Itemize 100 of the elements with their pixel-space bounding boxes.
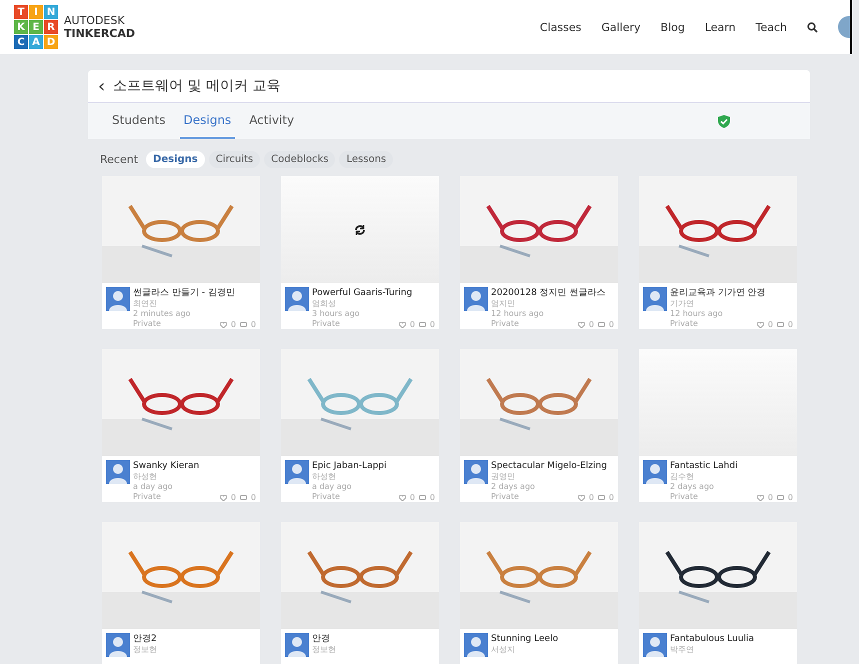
- design-card[interactable]: Powerful Gaaris-Turing 엄희성 3 hours ago Private 0 0: [281, 176, 439, 329]
- privacy-label: Private: [133, 492, 161, 502]
- user-avatar: [285, 460, 309, 484]
- comment-count: 0: [430, 320, 435, 329]
- tab[interactable]: Designs: [180, 103, 236, 139]
- owner-name: 엄희성: [312, 299, 336, 309]
- logo-tile: A: [29, 35, 43, 49]
- logo-tile: D: [44, 35, 58, 49]
- design-card[interactable]: Swanky Kieran 하성현 a day ago Private 0 0: [102, 349, 260, 502]
- like-count: 0: [768, 493, 773, 502]
- nav-link[interactable]: Classes: [540, 20, 582, 34]
- like-count: 0: [588, 493, 594, 502]
- user-avatar: [464, 287, 488, 311]
- design-card[interactable]: Fantastic Lahdi 김수현 2 days ago Private 0 0: [639, 349, 797, 502]
- heart-icon: [398, 322, 406, 328]
- time-ago: 2 minutes ago: [133, 309, 190, 319]
- design-card[interactable]: 안경 정보현: [281, 522, 439, 664]
- comment-icon: [240, 322, 247, 328]
- design-card[interactable]: 윤리교육과 기가연 안경 기가연 12 hours ago Private 0 0: [639, 176, 797, 329]
- time-ago: a day ago: [133, 482, 173, 492]
- nav-link[interactable]: Teach: [756, 20, 787, 34]
- tab[interactable]: Students: [108, 103, 170, 139]
- comment-icon: [598, 322, 605, 328]
- user-avatar: [464, 633, 488, 657]
- design-title: 20200128 정지민 썬글라스: [491, 287, 606, 299]
- design-card[interactable]: Fantabulous Luulia 박주연: [639, 522, 797, 664]
- design-card[interactable]: Epic Jaban-Lappi 하성현 a day ago Private 0 0: [281, 349, 439, 502]
- design-card[interactable]: 20200128 정지민 썬글라스 엄지민 12 hours ago Private 0 0: [460, 176, 618, 329]
- loading-icon: [354, 224, 366, 236]
- owner-name: 엄지민: [491, 299, 515, 309]
- comment-icon: [418, 322, 426, 328]
- like-count: 0: [230, 320, 236, 329]
- heart-icon: [220, 322, 227, 328]
- design-title: 윤리교육과 기가연 안경: [670, 287, 766, 299]
- design-title: Fantabulous Luulia: [670, 633, 754, 645]
- design-title: 안경: [312, 633, 330, 645]
- comment-icon: [598, 494, 605, 500]
- owner-name: 정보현: [312, 645, 336, 655]
- comment-count: 0: [788, 493, 793, 502]
- class-title: 소프트웨어 및 메이커 교육: [113, 77, 281, 95]
- comment-icon: [240, 494, 247, 500]
- design-title: Swanky Kieran: [133, 460, 200, 472]
- owner-name: 서성지: [491, 645, 515, 655]
- filter-chip[interactable]: Codeblocks: [264, 151, 336, 168]
- user-avatar: [464, 460, 488, 484]
- filter-chip[interactable]: Circuits: [208, 151, 260, 168]
- user-avatar: [643, 460, 667, 484]
- design-title: 안경2: [133, 633, 157, 645]
- owner-name: 하성현: [133, 472, 157, 482]
- logo-tile: R: [44, 20, 58, 34]
- filter-label: Recent: [100, 153, 138, 166]
- time-ago: a day ago: [312, 482, 352, 492]
- design-title: Fantastic Lahdi: [670, 460, 738, 472]
- user-avatar[interactable]: [838, 16, 850, 38]
- privacy-label: Private: [312, 492, 340, 502]
- time-ago: 3 hours ago: [312, 309, 360, 319]
- owner-name: 최연진: [133, 299, 157, 309]
- user-avatar: [106, 633, 130, 657]
- logo-tile: C: [14, 35, 28, 49]
- like-count: 0: [768, 320, 773, 329]
- heart-icon: [756, 494, 764, 500]
- heart-icon: [578, 494, 585, 500]
- nav-link[interactable]: Blog: [660, 20, 685, 34]
- nav-link[interactable]: Learn: [704, 20, 736, 34]
- design-title: Spectacular Migelo-Elzing: [491, 460, 607, 472]
- design-card[interactable]: 썬글라스 만들기 - 김경민 최연진 2 minutes ago Private 0 0: [102, 176, 260, 329]
- user-avatar: [106, 287, 130, 311]
- design-card[interactable]: Stunning Leelo 서성지: [460, 522, 618, 664]
- privacy-label: Private: [670, 492, 698, 502]
- user-avatar: [643, 287, 667, 311]
- owner-name: 기가연: [670, 299, 694, 309]
- design-card[interactable]: Spectacular Migelo-Elzing 권영민 2 days ago Private 0 0: [460, 349, 618, 502]
- tab[interactable]: Activity: [245, 103, 298, 139]
- comment-count: 0: [788, 320, 793, 329]
- comment-count: 0: [608, 320, 614, 329]
- comment-icon: [776, 494, 784, 500]
- privacy-label: Private: [670, 319, 698, 329]
- like-count: 0: [410, 320, 415, 329]
- privacy-label: Private: [133, 319, 161, 329]
- like-count: 0: [230, 493, 236, 502]
- brand-name: AUTODESK: [64, 14, 126, 27]
- logo-tile: N: [44, 5, 58, 19]
- filter-chip[interactable]: Designs: [146, 151, 205, 168]
- privacy-label: Private: [312, 319, 340, 329]
- comment-count: 0: [250, 320, 256, 329]
- search-icon[interactable]: [807, 22, 818, 32]
- design-card[interactable]: 안경2 정보현: [102, 522, 260, 664]
- filter-chip[interactable]: Lessons: [339, 151, 394, 168]
- logo-tile: K: [14, 20, 28, 34]
- comment-count: 0: [430, 493, 435, 502]
- comment-count: 0: [608, 493, 614, 502]
- comment-icon: [776, 322, 784, 328]
- owner-name: 박주연: [670, 645, 694, 655]
- comment-count: 0: [250, 493, 256, 502]
- back-button[interactable]: ‹: [98, 76, 106, 96]
- time-ago: 2 days ago: [670, 482, 714, 492]
- owner-name: 김수현: [670, 472, 694, 482]
- design-title: 썬글라스 만들기 - 김경민: [133, 287, 235, 299]
- nav-link[interactable]: Gallery: [601, 20, 641, 34]
- privacy-label: Private: [491, 492, 519, 502]
